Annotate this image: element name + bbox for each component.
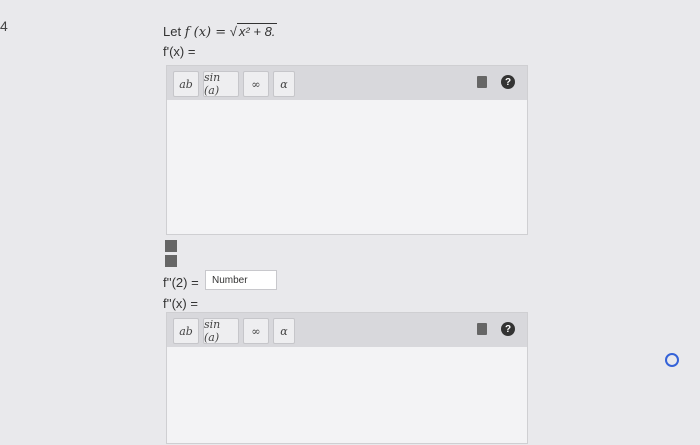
editor-toolbar: ab sin (a) ∞ α ? [167, 66, 527, 100]
alpha-button[interactable]: α [273, 318, 295, 344]
help-icon[interactable]: ? [501, 322, 515, 336]
radicand: x² + 8. [236, 23, 278, 39]
number-input[interactable]: Number [205, 270, 277, 290]
trash-icon[interactable] [477, 323, 487, 335]
math-editor-1[interactable]: ab sin (a) ∞ α ? [166, 65, 528, 235]
radio-circle-icon[interactable] [665, 353, 679, 367]
f2-label: f''(2) = [163, 275, 199, 290]
trash-icon[interactable] [477, 76, 487, 88]
document-icon[interactable] [165, 240, 177, 252]
editor-toolbar: ab sin (a) ∞ α ? [167, 313, 527, 347]
sqrt-sign: √ [229, 24, 237, 39]
let-text: Let [163, 24, 182, 39]
sin-button[interactable]: sin (a) [203, 71, 239, 97]
power-button[interactable]: ab [173, 318, 199, 344]
sin-button[interactable]: sin (a) [203, 318, 239, 344]
infinity-button[interactable]: ∞ [243, 71, 269, 97]
derivative-label: f'(x) = [163, 44, 196, 59]
problem-statement: Let f (x) = √ x² + 8. [163, 23, 278, 40]
help-icon[interactable]: ? [501, 75, 515, 89]
question-number: 4 [0, 18, 8, 34]
editor-input-area[interactable] [167, 100, 527, 234]
math-editor-2[interactable]: ab sin (a) ∞ α ? [166, 312, 528, 444]
alpha-button[interactable]: α [273, 71, 295, 97]
second-derivative-label: f''(x) = [163, 296, 198, 311]
power-button[interactable]: ab [173, 71, 199, 97]
infinity-button[interactable]: ∞ [243, 318, 269, 344]
file-icon[interactable] [165, 255, 177, 267]
editor-input-area[interactable] [167, 347, 527, 443]
function-definition: f (x) = [184, 25, 227, 40]
